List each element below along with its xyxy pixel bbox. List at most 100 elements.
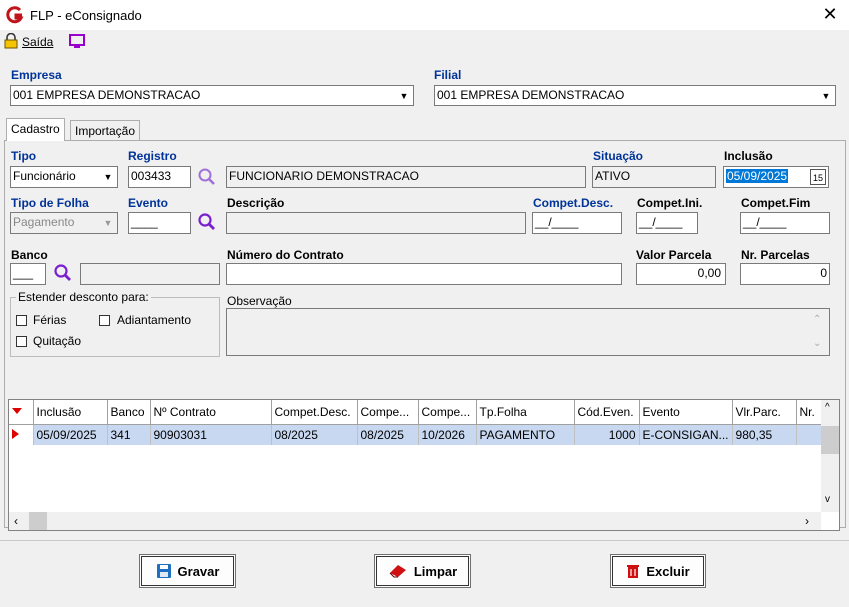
chevron-left-icon[interactable]: ‹ [14, 514, 18, 528]
registro-input[interactable]: 003433 [128, 166, 191, 188]
column-header[interactable]: Vlr.Parc. [732, 400, 797, 425]
monitor-icon[interactable] [68, 33, 86, 49]
current-row-icon [12, 429, 19, 439]
filial-value: 001 EMPRESA DEMONSTRACAO [437, 88, 625, 102]
calendar-icon[interactable]: 15 [810, 169, 826, 185]
empresa-value: 001 EMPRESA DEMONSTRACAO [13, 88, 201, 102]
gravar-button[interactable]: Gravar [139, 554, 236, 588]
ferias-label[interactable]: Férias [33, 313, 66, 327]
compet-ini-label: Compet.Ini. [637, 196, 703, 210]
evento-input[interactable]: ____ [128, 212, 191, 234]
lock-icon[interactable] [4, 33, 18, 49]
adiantamento-checkbox[interactable] [99, 315, 110, 326]
empresa-label: Empresa [11, 68, 62, 82]
chevron-down-icon[interactable]: ▼ [100, 168, 116, 186]
quitacao-label[interactable]: Quitação [33, 334, 81, 348]
table-cell[interactable]: 980,35 [732, 424, 797, 445]
inclusao-value: 05/09/2025 [726, 169, 789, 183]
table-cell[interactable]: E-CONSIGAN... [639, 424, 733, 445]
numero-contrato-label: Número do Contrato [227, 248, 344, 262]
sort-down-icon[interactable] [12, 408, 22, 416]
column-header[interactable]: Nº Contrato [150, 400, 272, 425]
tipo-label: Tipo [11, 149, 37, 163]
filial-select[interactable]: 001 EMPRESA DEMONSTRACAO ▼ [434, 85, 836, 106]
tab-importacao[interactable]: Importação [70, 120, 141, 141]
column-header[interactable]: Cód.Even. [574, 400, 640, 425]
column-header[interactable]: Compe... [357, 400, 419, 425]
button-focus-border [376, 556, 469, 586]
table-cell[interactable]: 08/2025 [357, 424, 419, 445]
compet-ini-input[interactable]: __/____ [636, 212, 698, 234]
scroll-thumb[interactable] [821, 426, 839, 454]
tipo-value: Funcionário [13, 169, 76, 183]
header-indicator [9, 400, 34, 425]
table-cell[interactable]: 08/2025 [271, 424, 358, 445]
banco-label: Banco [11, 248, 48, 262]
banco-input[interactable]: ___ [10, 263, 46, 285]
column-header[interactable]: Compe... [418, 400, 477, 425]
column-header[interactable]: Tp.Folha [476, 400, 575, 425]
nome-field: FUNCIONARIO DEMONSTRACAO [226, 166, 586, 188]
search-icon[interactable] [197, 212, 217, 232]
column-header[interactable]: Banco [107, 400, 151, 425]
tipo-select[interactable]: Funcionário ▼ [10, 166, 118, 188]
tab-cadastro[interactable]: Cadastro [6, 118, 65, 141]
observacao-label: Observação [227, 294, 292, 308]
excluir-button[interactable]: Excluir [610, 554, 706, 588]
button-focus-border [141, 556, 234, 586]
window-title: FLP - eConsignado [30, 8, 142, 23]
search-icon[interactable] [197, 167, 217, 187]
column-header[interactable]: Evento [639, 400, 733, 425]
exit-button[interactable]: Saída [22, 35, 53, 49]
column-header[interactable]: Inclusão [33, 400, 108, 425]
inclusao-date-input[interactable]: 05/09/2025 15 [723, 166, 829, 188]
empresa-select[interactable]: 001 EMPRESA DEMONSTRACAO ▼ [10, 85, 414, 106]
chevron-down-icon[interactable]: ▼ [396, 87, 412, 105]
table-cell[interactable]: PAGAMENTO [476, 424, 575, 445]
inclusao-label: Inclusão [724, 149, 773, 163]
adiantamento-label[interactable]: Adiantamento [117, 313, 191, 327]
chevron-right-icon[interactable]: › [805, 514, 809, 528]
valor-parcela-input[interactable]: 0,00 [636, 263, 726, 285]
ferias-checkbox[interactable] [16, 315, 27, 326]
estender-group [10, 297, 220, 357]
table-cell[interactable] [796, 424, 823, 445]
estender-legend: Estender desconto para: [16, 290, 151, 304]
nr-parcelas-input[interactable]: 0 [740, 263, 830, 285]
descricao-label: Descrição [227, 196, 285, 210]
table-cell[interactable]: 1000 [574, 424, 640, 445]
descricao-field [226, 212, 526, 234]
chevron-up-icon[interactable]: ⌃ [813, 314, 821, 325]
table-cell[interactable]: 90903031 [150, 424, 272, 445]
table-cell[interactable]: 10/2026 [418, 424, 477, 445]
chevron-up-icon[interactable]: ^ [825, 402, 830, 413]
compet-fim-input[interactable]: __/____ [740, 212, 830, 234]
situacao-field: ATIVO [592, 166, 716, 188]
observacao-textarea[interactable] [226, 308, 830, 356]
banco-nome-field [80, 263, 220, 285]
tipo-folha-label: Tipo de Folha [11, 196, 89, 210]
chevron-down-icon[interactable]: ▼ [818, 87, 834, 105]
column-header[interactable]: Compet.Desc. [271, 400, 358, 425]
chevron-down-icon[interactable]: ⌄ [813, 338, 821, 349]
numero-contrato-input[interactable] [226, 263, 622, 285]
vertical-scrollbar[interactable]: ^ v [821, 400, 839, 512]
column-header[interactable]: Nr. [796, 400, 823, 425]
table-row[interactable]: 05/09/2025 341 90903031 08/2025 08/2025 … [9, 424, 823, 445]
search-icon[interactable] [53, 263, 73, 283]
compet-fim-label: Compet.Fim [741, 196, 811, 210]
compet-desc-input[interactable]: __/____ [532, 212, 622, 234]
table-cell[interactable]: 341 [107, 424, 151, 445]
contracts-grid[interactable]: Inclusão Banco Nº Contrato Compet.Desc. … [8, 399, 840, 531]
valor-parcela-label: Valor Parcela [636, 248, 712, 262]
scroll-thumb[interactable] [29, 512, 47, 530]
close-icon[interactable]: ✕ [820, 4, 840, 25]
limpar-button[interactable]: Limpar [374, 554, 471, 588]
table-cell[interactable]: 05/09/2025 [33, 424, 108, 445]
evento-label: Evento [128, 196, 169, 210]
quitacao-checkbox[interactable] [16, 336, 27, 347]
filial-label: Filial [434, 68, 462, 82]
horizontal-scrollbar[interactable]: ‹ › [9, 512, 821, 530]
chevron-down-icon[interactable]: v [825, 494, 830, 505]
compet-desc-label: Compet.Desc. [533, 196, 614, 210]
